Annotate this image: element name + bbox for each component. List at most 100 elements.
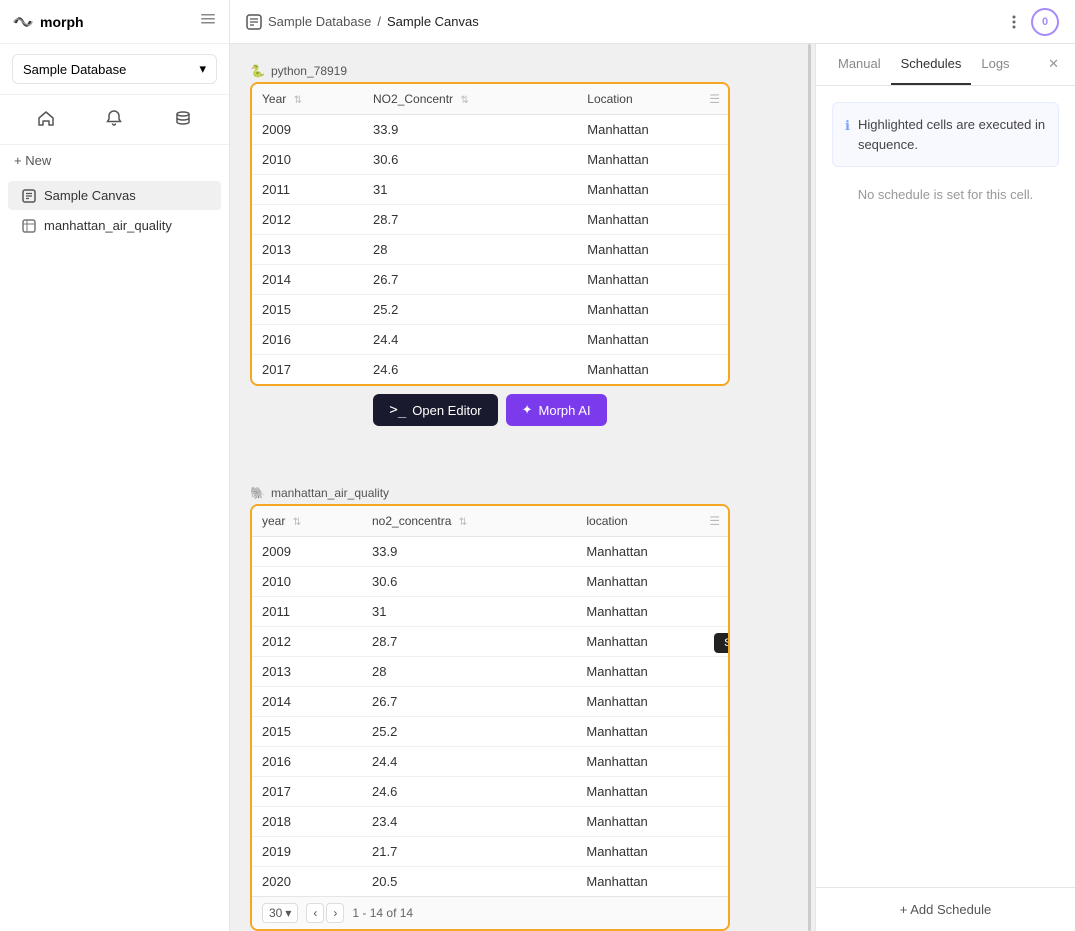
- table-row: 201228.7Manhattan: [252, 205, 728, 235]
- new-button[interactable]: + New: [0, 145, 229, 176]
- col-location-b: location ☰: [576, 506, 728, 537]
- morph-ai-button[interactable]: ✦ Morph AI: [506, 394, 607, 426]
- col-no2-b: no2_concentra ⇅: [362, 506, 576, 537]
- overlay-buttons: >_ Open Editor ✦ Morph AI: [250, 394, 730, 426]
- python-icon: 🐍: [250, 64, 265, 78]
- db-selector-label: Sample Database: [23, 62, 126, 77]
- prev-page-button[interactable]: ‹: [306, 903, 324, 923]
- top-cell: Year ⇅ NO2_Concentr ⇅ Location ☰ 200933: [250, 82, 730, 386]
- table-row: 201624.4Manhattan: [252, 747, 728, 777]
- table-row: 201724.6Manhattan: [252, 777, 728, 807]
- chevron-icon: ▾: [285, 906, 291, 920]
- col-no2: NO2_Concentr ⇅: [363, 84, 577, 115]
- filter-icon: ☰: [709, 92, 720, 106]
- bottom-table: year ⇅ no2_concentra ⇅ location ☰ 20093: [252, 506, 728, 896]
- next-page-button[interactable]: ›: [326, 903, 344, 923]
- cell-side-actions: Schedule: [714, 633, 730, 747]
- breadcrumb: Sample Database / Sample Canvas: [246, 14, 479, 30]
- top-cell-wrapper: 🐍 python_78919 Year ⇅ NO2_Concentr ⇅: [250, 64, 784, 426]
- top-table: Year ⇅ NO2_Concentr ⇅ Location ☰ 200933: [252, 84, 728, 384]
- table-row: 201525.2Manhattan: [252, 295, 728, 325]
- filter-icon: ☰: [709, 514, 720, 528]
- sort-icon: ⇅: [293, 517, 301, 528]
- table-row: 201030.6Manhattan: [252, 567, 728, 597]
- table-row: 201426.7Manhattan: [252, 687, 728, 717]
- table-row: 201426.7Manhattan: [252, 265, 728, 295]
- top-cell-label: 🐍 python_78919: [250, 64, 784, 78]
- panel-body: ℹ Highlighted cells are executed in sequ…: [816, 86, 1075, 887]
- schedule-tooltip-container: Schedule: [714, 633, 730, 659]
- sort-icon: ⇅: [294, 95, 302, 106]
- bottom-cell: year ⇅ no2_concentra ⇅ location ☰ 20093: [250, 504, 730, 931]
- sparkle-icon: ✦: [522, 402, 533, 418]
- page-info: 1 - 14 of 14: [352, 906, 413, 920]
- table-row: 201724.6Manhattan: [252, 355, 728, 385]
- pagination-nav: ‹ ›: [306, 903, 344, 923]
- schedule-tooltip: Schedule: [714, 633, 730, 653]
- breadcrumb-db: Sample Database: [268, 14, 371, 29]
- canvas-breadcrumb-icon: [246, 14, 262, 30]
- morph-logo-icon: [12, 11, 34, 33]
- chevron-down-icon: ▾: [199, 61, 206, 77]
- canvas-icon: [22, 189, 36, 203]
- table-row: 200933.9Manhattan: [252, 115, 728, 145]
- panel-tabs: Manual Schedules Logs ✕: [816, 44, 1075, 86]
- table-row: 201921.7Manhattan: [252, 837, 728, 867]
- db-selector-container: Sample Database ▾: [0, 44, 229, 95]
- db-selector[interactable]: Sample Database ▾: [12, 54, 217, 84]
- sidebar-item-dataset[interactable]: manhattan_air_quality: [8, 211, 221, 240]
- table-row: 201328Manhattan: [252, 235, 728, 265]
- sidebar-icon-row: [0, 95, 229, 145]
- sidebar-header: morph: [0, 0, 229, 44]
- breadcrumb-canvas: Sample Canvas: [387, 14, 479, 29]
- table-row: 201525.2Manhattan: [252, 717, 728, 747]
- database-icon-button[interactable]: [149, 103, 217, 136]
- bottom-cell-label: 🐘 manhattan_air_quality: [250, 486, 784, 500]
- col-location: Location ☰: [577, 84, 728, 115]
- table-row: 201228.7Manhattan: [252, 627, 728, 657]
- canvas-area: 🐍 python_78919 Year ⇅ NO2_Concentr ⇅: [230, 44, 804, 931]
- panel-info-box: ℹ Highlighted cells are executed in sequ…: [832, 102, 1059, 167]
- info-icon: ℹ: [845, 116, 850, 154]
- table-row: 201328Manhattan: [252, 657, 728, 687]
- col-year-b: year ⇅: [252, 506, 362, 537]
- table-row: 200933.9Manhattan: [252, 537, 728, 567]
- sidebar-logo: morph: [12, 11, 84, 33]
- bottom-cell-wrapper: 🐘 manhattan_air_quality year ⇅ no2_conce…: [250, 486, 784, 931]
- table-row: 201131Manhattan: [252, 175, 728, 205]
- table-row: 201624.4Manhattan: [252, 325, 728, 355]
- table-row: 202020.5Manhattan: [252, 867, 728, 897]
- avatar: 0: [1031, 8, 1059, 36]
- breadcrumb-separator: /: [377, 14, 381, 29]
- postgres-icon: 🐘: [250, 486, 265, 500]
- panel-divider[interactable]: [808, 44, 811, 931]
- open-editor-button[interactable]: >_ Open Editor: [373, 394, 497, 426]
- main-area: Sample Database / Sample Canvas 0 🐍 pyth…: [230, 0, 1075, 931]
- sort-icon: ⇅: [460, 95, 468, 106]
- run-button[interactable]: [729, 711, 730, 747]
- schedule-button[interactable]: [729, 667, 730, 703]
- tab-manual[interactable]: Manual: [828, 44, 891, 85]
- panel-close-button[interactable]: ✕: [1044, 44, 1063, 85]
- topbar-actions: 0: [1005, 8, 1059, 36]
- sidebar-collapse-button[interactable]: [199, 10, 217, 33]
- table-icon: [22, 219, 36, 233]
- more-options-icon[interactable]: [1005, 13, 1023, 31]
- right-panel: Manual Schedules Logs ✕ ℹ Highlighted ce…: [815, 44, 1075, 931]
- home-icon-button[interactable]: [12, 103, 80, 136]
- no-schedule-label: No schedule is set for this cell.: [832, 187, 1059, 202]
- page-size-selector[interactable]: 30 ▾: [262, 903, 298, 923]
- add-schedule-button[interactable]: + Add Schedule: [816, 887, 1075, 931]
- table-row: 201823.4Manhattan: [252, 807, 728, 837]
- sidebar-item-sample-canvas[interactable]: Sample Canvas: [8, 181, 221, 210]
- col-year: Year ⇅: [252, 84, 363, 115]
- sort-icon: ⇅: [459, 517, 467, 528]
- table-footer: 30 ▾ ‹ › 1 - 14 of 14: [252, 896, 728, 929]
- tab-schedules[interactable]: Schedules: [891, 44, 972, 85]
- sidebar: morph Sample Database ▾ + New Sample Can…: [0, 0, 230, 931]
- terminal-icon: >_: [389, 402, 406, 418]
- bell-icon-button[interactable]: [80, 103, 148, 136]
- table-row: 201131Manhattan: [252, 597, 728, 627]
- table-row: 201030.6Manhattan: [252, 145, 728, 175]
- tab-logs[interactable]: Logs: [971, 44, 1019, 85]
